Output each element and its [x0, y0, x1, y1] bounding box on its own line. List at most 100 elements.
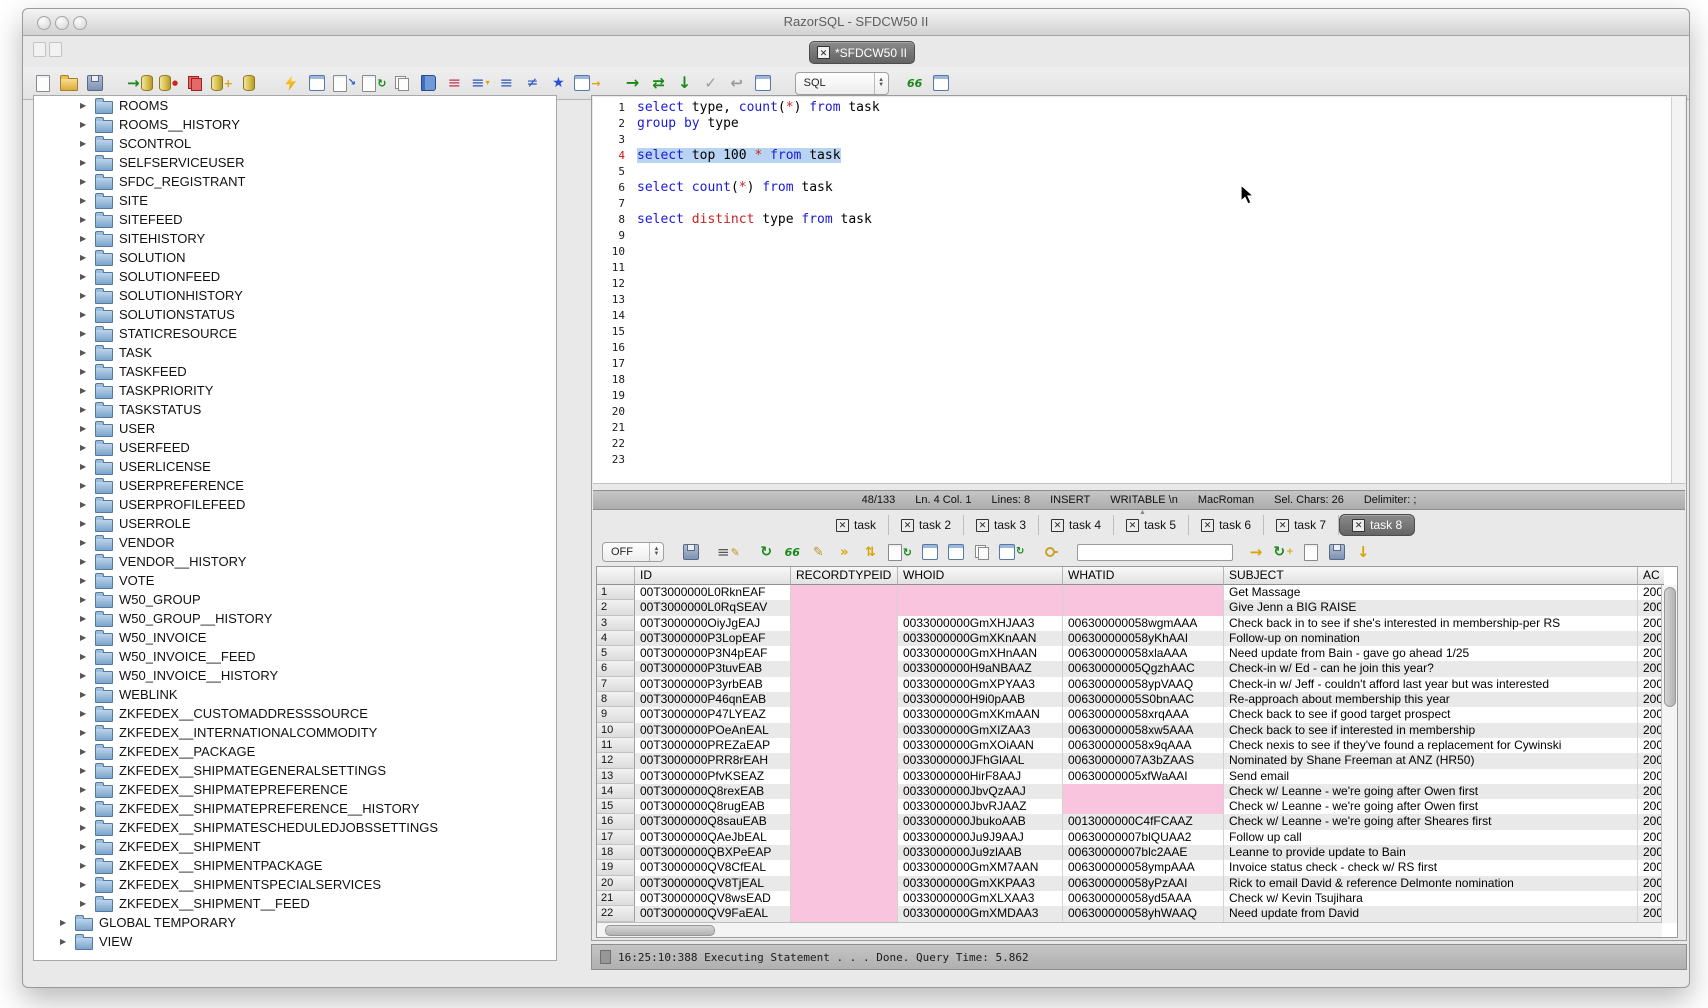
down-icon[interactable]: ↓ [675, 72, 695, 94]
cell-whatid[interactable]: 006300000058ympAAA [1063, 860, 1224, 875]
expand-arrow-icon[interactable]: ▶ [80, 785, 89, 794]
table-row[interactable]: 1000T3000000POeAnEAL0033000000GmXIZAA300… [597, 723, 1677, 738]
cell-id[interactable]: 00T3000000QAeJbEAL [635, 830, 791, 845]
code-line-14[interactable] [637, 308, 1671, 324]
edit-cell-icon[interactable]: ✎ [810, 543, 827, 561]
table-row[interactable]: 900T3000000P47LYEAZ0033000000GmXKmAAN006… [597, 707, 1677, 722]
tree-item-userfeed[interactable]: ▶USERFEED [34, 438, 556, 457]
cell-subject[interactable]: Check back to see if good target prospec… [1224, 707, 1638, 722]
expand-arrow-icon[interactable]: ▶ [80, 690, 89, 699]
row-number[interactable]: 12 [597, 753, 635, 768]
close-tab-icon[interactable]: ✕ [1126, 519, 1139, 532]
cell-id[interactable]: 00T3000000PREZaEAP [635, 738, 791, 753]
cell-whoid[interactable]: 0033000000JbvQzAAJ [898, 784, 1063, 799]
row-number[interactable]: 10 [597, 723, 635, 738]
cell-id[interactable]: 00T3000000PRR8rEAH [635, 753, 791, 768]
code-line-6[interactable]: select count(*) from task [637, 180, 1671, 196]
close-tab-icon[interactable]: ✕ [1051, 519, 1064, 532]
cell-whoid[interactable]: 0033000000Ju9J9AAJ [898, 830, 1063, 845]
expand-arrow-icon[interactable]: ▶ [80, 139, 89, 148]
cell-whoid[interactable] [898, 600, 1063, 615]
code-line-15[interactable] [637, 324, 1671, 340]
cell-recordtypeid[interactable] [791, 661, 898, 676]
tree-item-w50-invoice-feed[interactable]: ▶W50_INVOICE__FEED [34, 647, 556, 666]
tree-item-scontrol[interactable]: ▶SCONTROL [34, 134, 556, 153]
connect-db-icon[interactable]: → [127, 72, 153, 94]
cell-recordtypeid[interactable] [791, 692, 898, 707]
table-row[interactable]: 300T3000000OiyJgEAJ0033000000GmXHJAA3006… [597, 616, 1677, 631]
table-row[interactable]: 100T3000000L0RknEAFGet Massage200 [597, 585, 1677, 600]
code-line-2[interactable]: group by type [637, 116, 1671, 132]
expand-arrow-icon[interactable]: ▶ [60, 937, 69, 946]
cell-id[interactable]: 00T3000000QV8CfEAL [635, 860, 791, 875]
cell-whatid[interactable]: 006300000058xlaAAA [1063, 646, 1224, 661]
expand-arrow-icon[interactable]: ▶ [80, 462, 89, 471]
code-line-3[interactable] [637, 132, 1671, 148]
table-row[interactable]: 700T3000000P3yrbEAB0033000000GmXPYAA3006… [597, 677, 1677, 692]
list-red-icon[interactable]: ≡ [444, 72, 464, 94]
code-line-8[interactable]: select distinct type from task [637, 212, 1671, 228]
cell-whoid[interactable]: 0033000000GmXHnAAN [898, 646, 1063, 661]
cell-id[interactable]: 00T3000000P47LYEAZ [635, 707, 791, 722]
cell-subject[interactable]: Invoice status check - check w/ RS first [1224, 860, 1638, 875]
cell-recordtypeid[interactable] [791, 799, 898, 814]
expand-arrow-icon[interactable]: ▶ [80, 348, 89, 357]
export-table-icon[interactable]: → [574, 72, 600, 94]
star-icon[interactable]: ★ [548, 72, 568, 94]
code-line-23[interactable] [637, 452, 1671, 468]
code-line-18[interactable] [637, 372, 1671, 388]
expand-arrow-icon[interactable]: ▶ [80, 861, 89, 870]
cell-whatid[interactable]: 006300000058xw5AAA [1063, 723, 1224, 738]
tree-item-solutionfeed[interactable]: ▶SOLUTIONFEED [34, 267, 556, 286]
list-demote-icon[interactable]: ≡▾ [470, 72, 490, 94]
cell-id[interactable]: 00T3000000QV9FaEAL [635, 906, 791, 921]
cell-id[interactable]: 00T3000000POeAnEAL [635, 723, 791, 738]
tree-item-site[interactable]: ▶SITE [34, 191, 556, 210]
expand-arrow-icon[interactable]: ▶ [60, 918, 69, 927]
book-icon[interactable] [418, 72, 438, 94]
tree-item-taskfeed[interactable]: ▶TASKFEED [34, 362, 556, 381]
cell-whoid[interactable]: 0033000000GmXHJAA3 [898, 616, 1063, 631]
table-row[interactable]: 1600T3000000Q8sauEAB0033000000JbukoAAB00… [597, 814, 1677, 829]
commit-icon[interactable]: ✓ [701, 72, 721, 94]
row-number[interactable]: 22 [597, 906, 635, 921]
cell-id[interactable]: 00T3000000Q8sauEAB [635, 814, 791, 829]
db-icon[interactable] [239, 72, 259, 94]
document-tab[interactable]: ✕ *SFDCW50 II [809, 41, 915, 64]
cell-recordtypeid[interactable] [791, 784, 898, 799]
row-number[interactable]: 8 [597, 692, 635, 707]
cell-whatid[interactable]: 0013000000C4fFCAAZ [1063, 814, 1224, 829]
expand-arrow-icon[interactable]: ▶ [80, 842, 89, 851]
table-row[interactable]: 1200T3000000PRR8rEAH0033000000JFhGlAAL00… [597, 753, 1677, 768]
cell-id[interactable]: 00T3000000QV8TjEAL [635, 876, 791, 891]
cell-whatid[interactable]: 006300000058xrqAAA [1063, 707, 1224, 722]
tree-item-vendor-history[interactable]: ▶VENDOR__HISTORY [34, 552, 556, 571]
cell-whoid[interactable]: 0033000000GmXMDAA3 [898, 906, 1063, 921]
save-grid-icon[interactable] [1329, 543, 1346, 561]
result-tab-task-6[interactable]: ✕task 6 [1189, 515, 1264, 535]
expand-arrow-icon[interactable]: ▶ [80, 519, 89, 528]
expand-arrow-icon[interactable]: ▶ [80, 196, 89, 205]
vertical-scrollbar-thumb[interactable] [1664, 587, 1676, 707]
table-refresh-icon[interactable]: ↻ [999, 543, 1024, 561]
expand-arrow-icon[interactable]: ▶ [80, 823, 89, 832]
result-tab-task-8[interactable]: ✕task 8 [1339, 514, 1415, 536]
row-number[interactable]: 13 [597, 769, 635, 784]
expand-arrow-icon[interactable]: ▶ [80, 367, 89, 376]
tree-item-rooms[interactable]: ▶ROOMS [34, 96, 556, 115]
code-line-5[interactable] [637, 164, 1671, 180]
cell-whoid[interactable]: 0033000000H9aNBAAZ [898, 661, 1063, 676]
tree-item-zkfedex-internationalcommodity[interactable]: ▶ZKFEDEX__INTERNATIONALCOMMODITY [34, 723, 556, 742]
results-search-input[interactable] [1077, 544, 1233, 561]
table-row[interactable]: 1400T3000000Q8rexEAB0033000000JbvQzAAJCh… [597, 784, 1677, 799]
expand-arrow-icon[interactable]: ▶ [80, 386, 89, 395]
code-line-16[interactable] [637, 340, 1671, 356]
column-header-gutter[interactable] [597, 567, 635, 585]
cell-id[interactable]: 00T3000000QV8wsEAD [635, 891, 791, 906]
cell-recordtypeid[interactable] [791, 769, 898, 784]
tree-item-solutionhistory[interactable]: ▶SOLUTIONHISTORY [34, 286, 556, 305]
insert-arrows-icon[interactable]: » [836, 543, 853, 561]
cell-id[interactable]: 00T3000000Q8rugEAB [635, 799, 791, 814]
result-tab-task[interactable]: ✕task [824, 515, 889, 535]
expand-arrow-icon[interactable]: ▶ [80, 329, 89, 338]
